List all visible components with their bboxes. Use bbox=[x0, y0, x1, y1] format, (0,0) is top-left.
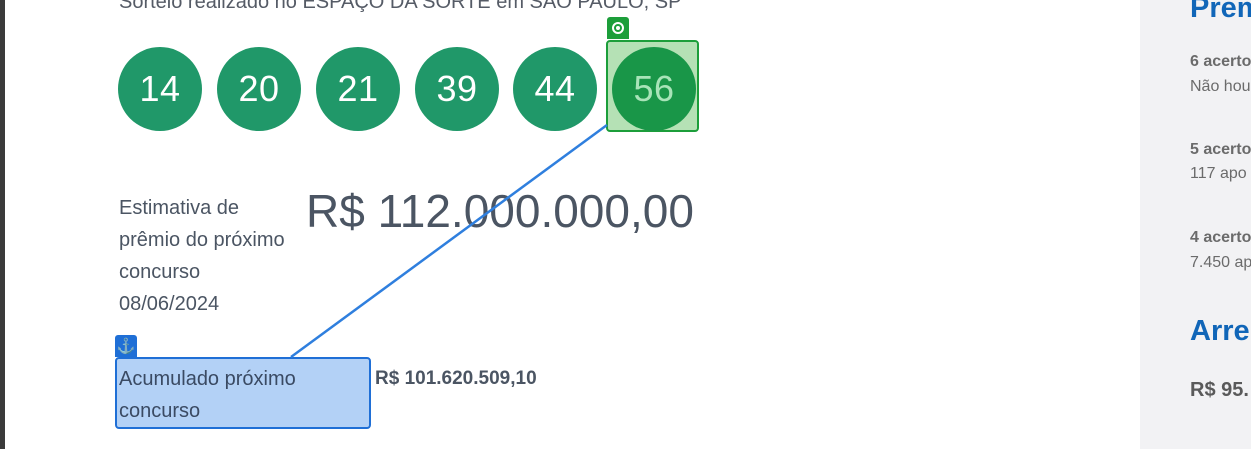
tier5-text: 117 apo bbox=[1190, 165, 1247, 182]
tier6-text: Não hou bbox=[1190, 78, 1251, 95]
tier5-label: 5 acerto bbox=[1190, 141, 1251, 158]
collection-title: Arre bbox=[1190, 315, 1250, 347]
collection-value: R$ 95. bbox=[1190, 379, 1249, 401]
prize-sidebar: Prem 6 acerto Não hou 5 acerto 117 apo 4… bbox=[1140, 0, 1251, 449]
tier4-label: 4 acerto bbox=[1190, 229, 1251, 246]
annotation-connector-line bbox=[290, 123, 608, 359]
tier6-label: 6 acerto bbox=[1190, 53, 1251, 70]
tier4-text: 7.450 ap bbox=[1190, 254, 1251, 271]
prizes-title: Prem bbox=[1190, 0, 1251, 24]
